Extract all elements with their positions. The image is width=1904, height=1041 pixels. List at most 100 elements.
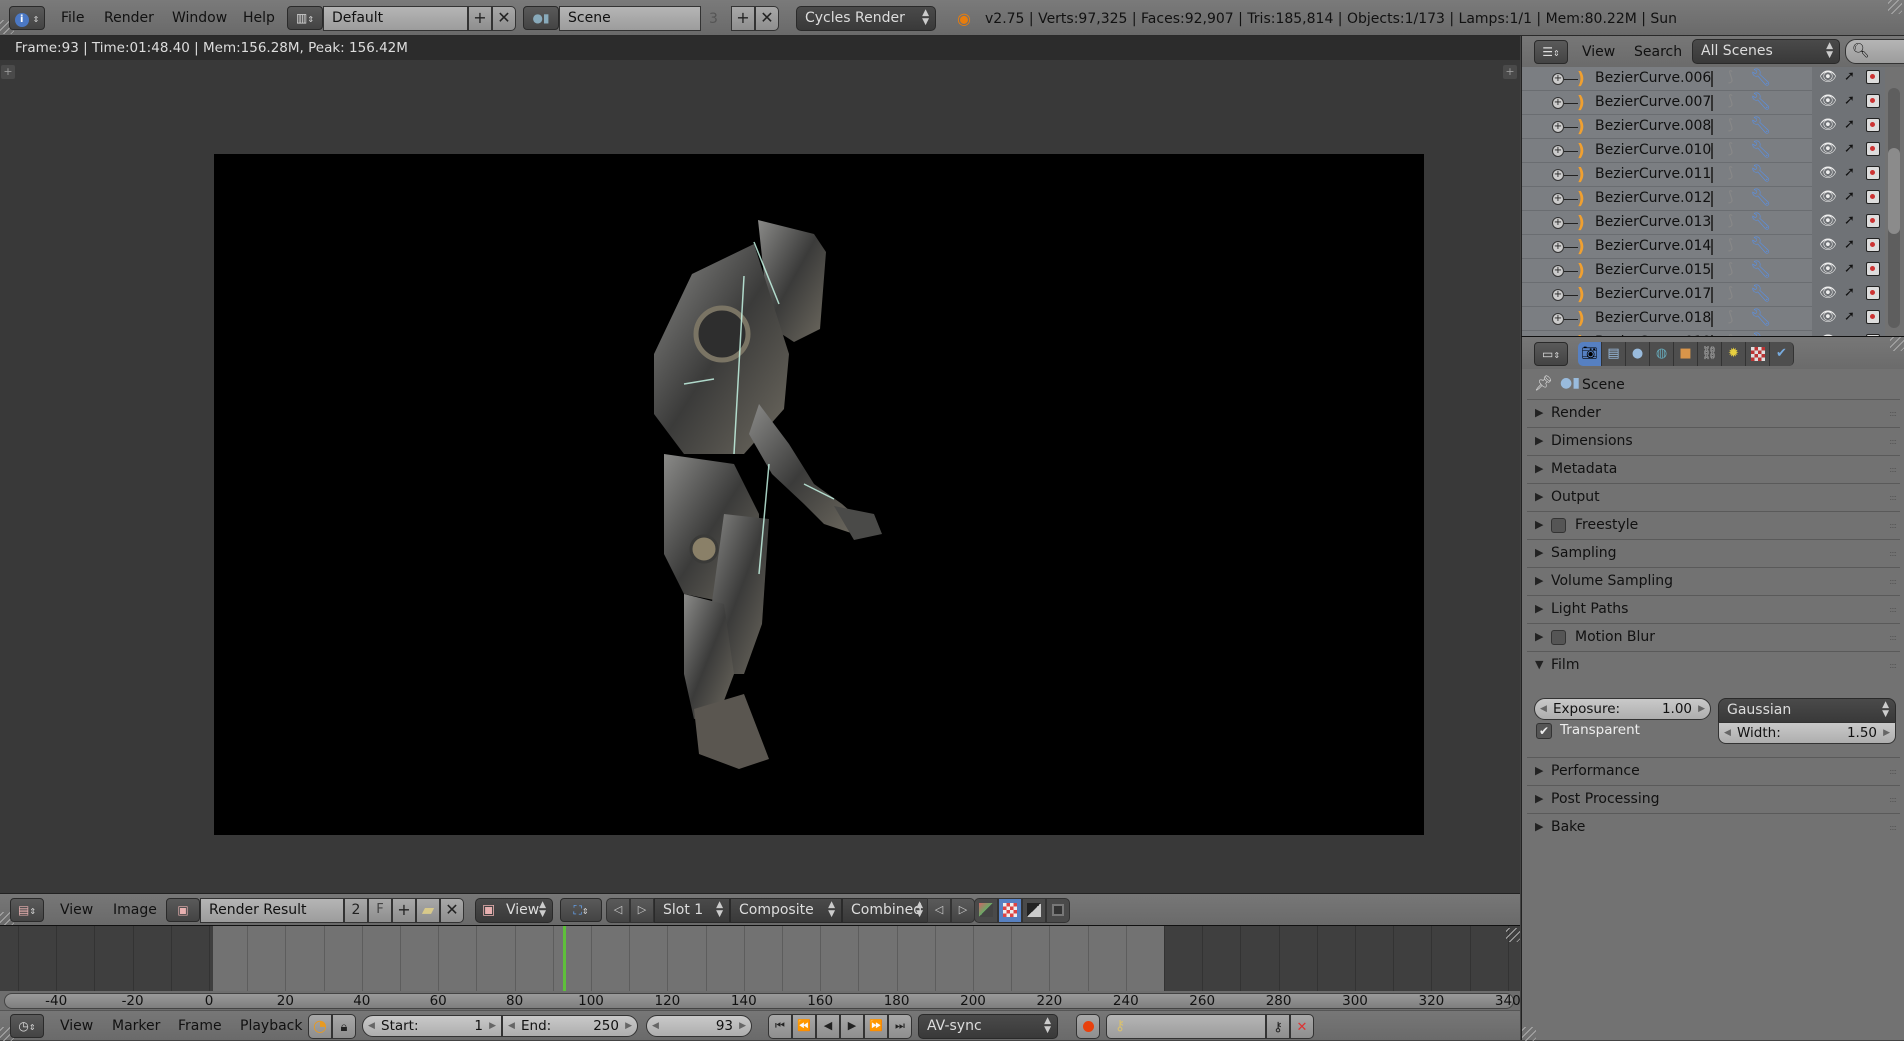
scene-name-field[interactable]: Scene <box>559 6 701 31</box>
start-frame-field[interactable]: ◀ Start: 1 ▶ <box>362 1015 502 1037</box>
menu-view[interactable]: View <box>60 902 93 918</box>
delete-keyframe-button[interactable]: ✕ <box>1290 1014 1314 1039</box>
menu-playback[interactable]: Playback <box>240 1018 302 1034</box>
draw-alpha-button[interactable] <box>1022 898 1046 923</box>
editor-type-image-button[interactable]: ▤⇕ <box>10 898 44 922</box>
eye-visibility-icon[interactable]: 👁︎ <box>1819 213 1837 229</box>
render-layer-dropdown[interactable]: Composite ▲ ▼ <box>730 898 842 923</box>
curve-data-icon[interactable]: ⟆ <box>1728 285 1733 301</box>
wrench-modifier-icon[interactable]: 🔧︎ <box>1750 260 1772 280</box>
current-frame-playhead[interactable] <box>563 926 567 991</box>
editor-type-info-button[interactable]: i ⇕ <box>9 6 45 30</box>
render-camera-icon[interactable] <box>1866 286 1880 300</box>
tab-render-layers[interactable]: ▤ <box>1602 342 1626 366</box>
selectable-cursor-icon[interactable]: ➚ <box>1844 117 1855 132</box>
tab-particles[interactable]: ✔ <box>1770 342 1794 366</box>
drag-grip-icon[interactable]: :::: <box>1889 577 1897 586</box>
new-image-button[interactable]: + <box>392 898 416 923</box>
selectable-cursor-icon[interactable]: ➚ <box>1844 93 1855 108</box>
wrench-modifier-icon[interactable]: 🔧︎ <box>1750 140 1772 160</box>
filter-type-dropdown[interactable]: Gaussian ▲ ▼ <box>1718 698 1896 723</box>
drag-grip-icon[interactable]: :::: <box>1889 521 1897 530</box>
selectable-cursor-icon[interactable]: ➚ <box>1844 309 1855 324</box>
object-name[interactable]: BezierCurve.006 <box>1595 70 1711 86</box>
object-name[interactable]: BezierCurve.014 <box>1595 238 1711 254</box>
drag-grip-icon[interactable]: :::: <box>1889 409 1897 418</box>
pivot-selector[interactable]: ⛶⇕ <box>560 898 602 922</box>
area-corner-handle[interactable] <box>1522 1027 1536 1041</box>
object-name[interactable]: BezierCurve.010 <box>1595 142 1711 158</box>
selectable-cursor-icon[interactable]: ➚ <box>1844 69 1855 84</box>
expand-icon[interactable]: + <box>1552 289 1564 301</box>
eye-visibility-icon[interactable]: 👁︎ <box>1819 189 1837 205</box>
drag-grip-icon[interactable]: :::: <box>1889 661 1897 670</box>
keying-set-field[interactable]: ⚷ <box>1106 1014 1266 1039</box>
lock-time-cursor-button[interactable]: 🔒︎ <box>332 1014 356 1039</box>
area-corner-handle[interactable] <box>1890 337 1904 351</box>
panel-bake[interactable]: ▶ Bake:::: <box>1527 813 1900 841</box>
menu-search[interactable]: Search <box>1634 44 1682 60</box>
wrench-modifier-icon[interactable]: 🔧︎ <box>1750 284 1772 304</box>
expand-icon[interactable]: + <box>1552 145 1564 157</box>
curve-data-icon[interactable]: ⟆ <box>1728 165 1733 181</box>
filter-width-field[interactable]: ◀ Width: 1.50 ▶ <box>1718 722 1896 744</box>
expand-icon[interactable]: + <box>1552 241 1564 253</box>
panel-motion-blur[interactable]: ▶ Motion Blur:::: <box>1527 623 1900 651</box>
open-image-button[interactable]: ▰ <box>416 898 440 923</box>
curve-data-icon[interactable]: ⟆ <box>1728 69 1733 85</box>
slot-dropdown[interactable]: Slot 1 ▲ ▼ <box>654 898 730 923</box>
draw-zbuffer-button[interactable] <box>1046 898 1070 923</box>
exposure-field[interactable]: ◀ Exposure: 1.00 ▶ <box>1534 698 1711 720</box>
outliner-row[interactable]: +) BezierCurve.015 ⟆ 🔧︎ 👁︎ ➚ <box>1522 259 1885 283</box>
screen-layout-field[interactable]: Default <box>323 6 468 31</box>
selectable-cursor-icon[interactable]: ➚ <box>1844 165 1855 180</box>
panel-light-paths[interactable]: ▶ Light Paths:::: <box>1527 595 1900 623</box>
wrench-modifier-icon[interactable]: 🔧︎ <box>1750 236 1772 256</box>
outliner-row[interactable]: +) BezierCurve.010 ⟆ 🔧︎ 👁︎ ➚ <box>1522 139 1885 163</box>
wrench-modifier-icon[interactable]: 🔧︎ <box>1750 212 1772 232</box>
wrench-modifier-icon[interactable]: 🔧︎ <box>1750 92 1772 112</box>
panel-film[interactable]: ▼ Film:::: <box>1527 651 1900 679</box>
play-reverse-button[interactable]: ◀ <box>816 1014 840 1039</box>
drag-grip-icon[interactable]: :::: <box>1889 493 1897 502</box>
transparent-checkbox[interactable]: ✔ <box>1536 723 1552 739</box>
curve-data-icon[interactable]: ⟆ <box>1728 213 1733 229</box>
render-camera-icon[interactable] <box>1866 190 1880 204</box>
selectable-cursor-icon[interactable]: ➚ <box>1844 285 1855 300</box>
tab-data[interactable]: ✹ <box>1722 342 1746 366</box>
menu-view[interactable]: View <box>60 1018 93 1034</box>
eye-visibility-icon[interactable]: 👁︎ <box>1819 141 1837 157</box>
panel-enable-checkbox[interactable] <box>1551 518 1566 533</box>
menu-marker[interactable]: Marker <box>112 1018 160 1034</box>
tab-render[interactable]: 📷︎ <box>1578 342 1602 366</box>
outliner-row[interactable]: +) BezierCurve.017 ⟆ 🔧︎ 👁︎ ➚ <box>1522 283 1885 307</box>
object-name[interactable]: BezierCurve.012 <box>1595 190 1711 206</box>
prev-slot-button[interactable]: ◁ <box>606 898 630 923</box>
tab-world[interactable]: ◍ <box>1650 342 1674 366</box>
next-slot-button[interactable]: ▷ <box>630 898 654 923</box>
menu-image[interactable]: Image <box>113 902 157 918</box>
wrench-modifier-icon[interactable]: 🔧︎ <box>1750 164 1772 184</box>
selectable-cursor-icon[interactable]: ➚ <box>1844 213 1855 228</box>
render-camera-icon[interactable] <box>1866 94 1880 108</box>
curve-data-icon[interactable]: ⟆ <box>1728 117 1733 133</box>
object-name[interactable]: BezierCurve.011 <box>1595 166 1711 182</box>
curve-data-icon[interactable]: ⟆ <box>1728 141 1733 157</box>
curve-data-icon[interactable]: ⟆ <box>1728 189 1733 205</box>
outliner-row[interactable]: +) BezierCurve.014 ⟆ 🔧︎ 👁︎ ➚ <box>1522 235 1885 259</box>
jump-to-start-button[interactable]: ⏮ <box>768 1014 792 1039</box>
panel-metadata[interactable]: ▶ Metadata:::: <box>1527 455 1900 483</box>
drag-grip-icon[interactable]: :::: <box>1889 823 1897 832</box>
drag-grip-icon[interactable]: :::: <box>1889 549 1897 558</box>
expand-icon[interactable]: + <box>1552 97 1564 109</box>
menu-view[interactable]: View <box>1582 44 1615 60</box>
outliner-row[interactable]: +) BezierCurve.011 ⟆ 🔧︎ 👁︎ ➚ <box>1522 163 1885 187</box>
panel-performance[interactable]: ▶ Performance:::: <box>1527 757 1900 785</box>
eye-visibility-icon[interactable]: 👁︎ <box>1819 93 1837 109</box>
jump-to-prev-keyframe-button[interactable]: ⏪ <box>792 1014 816 1039</box>
object-name[interactable]: BezierCurve.017 <box>1595 286 1711 302</box>
panel-dimensions[interactable]: ▶ Dimensions:::: <box>1527 427 1900 455</box>
render-camera-icon[interactable] <box>1866 166 1880 180</box>
play-button[interactable]: ▶ <box>840 1014 864 1039</box>
panel-sampling[interactable]: ▶ Sampling:::: <box>1527 539 1900 567</box>
